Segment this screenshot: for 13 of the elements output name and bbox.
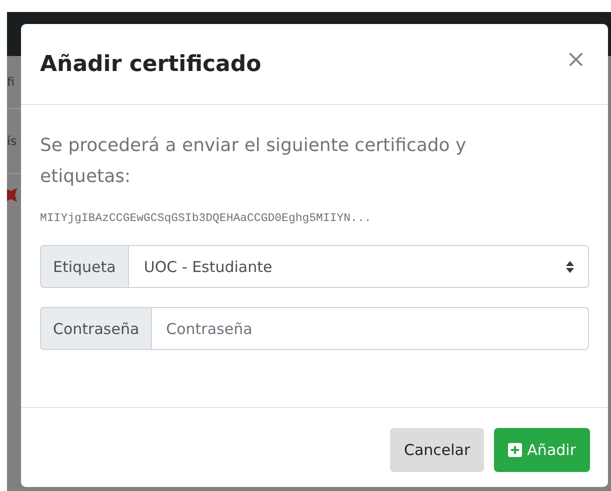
dialog-title: Añadir certificado bbox=[40, 52, 262, 76]
close-button[interactable]: × bbox=[566, 45, 586, 73]
cancel-button[interactable]: Cancelar bbox=[390, 428, 484, 472]
message-text: Se procederá a enviar el siguiente certificado y etiquetas: bbox=[40, 134, 468, 189]
background-text: ís bbox=[7, 134, 17, 148]
certificate-text: MIIYjgIBAzCCGEwGCSqGSIb3DQEHAaCCGD0Eghg5MIIYN... bbox=[40, 212, 372, 225]
label-select[interactable]: UOC - Estudiante bbox=[128, 245, 589, 288]
field-label: Etiqueta bbox=[40, 245, 129, 288]
plus-square-icon bbox=[508, 443, 522, 457]
field-label: Contraseña bbox=[40, 307, 152, 350]
password-field[interactable]: Contraseña bbox=[152, 307, 589, 350]
sort-caret-icon bbox=[566, 260, 574, 272]
background-text: fi bbox=[7, 75, 15, 89]
